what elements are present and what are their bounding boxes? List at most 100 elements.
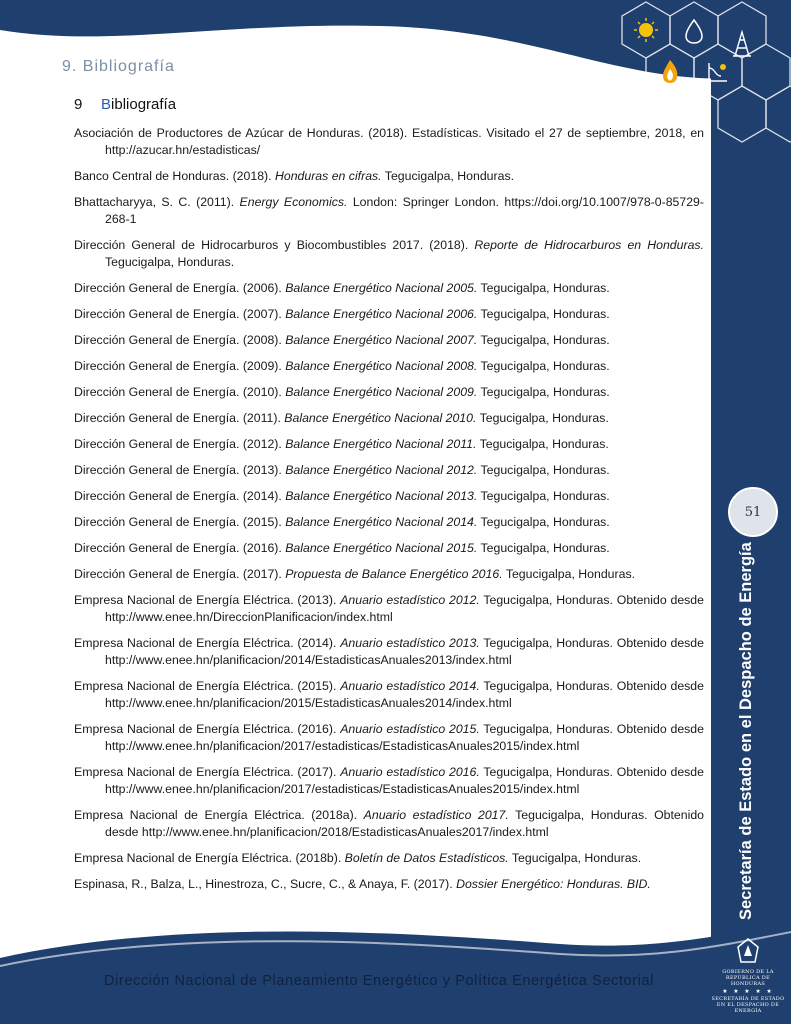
- entry-after: Tegucigalpa, Honduras.: [381, 169, 515, 183]
- entry-before: Banco Central de Honduras. (2018).: [74, 169, 275, 183]
- entry-before: Empresa Nacional de Energía Eléctrica. (…: [74, 765, 341, 779]
- bibliography-entry: Bhattacharyya, S. C. (2011). Energy Econ…: [74, 194, 704, 228]
- entry-before: Empresa Nacional de Energía Eléctrica. (…: [74, 851, 345, 865]
- entry-italic: Boletín de Datos Estadísticos.: [344, 851, 509, 865]
- entry-italic: Balance Energético Nacional 2006.: [285, 307, 478, 321]
- entry-after: Tegucigalpa, Honduras.: [502, 567, 636, 581]
- entry-before: Empresa Nacional de Energía Eléctrica. (…: [74, 679, 341, 693]
- bibliography-entry: Empresa Nacional de Energía Eléctrica. (…: [74, 635, 704, 669]
- entry-after: Tegucigalpa, Honduras.: [476, 437, 609, 451]
- bibliography-entry: Dirección General de Energía. (2009). Ba…: [74, 358, 704, 375]
- entry-after: Tegucigalpa, Honduras.: [477, 515, 610, 529]
- entry-after: Tegucigalpa, Honduras.: [477, 463, 610, 477]
- entry-italic: Balance Energético Nacional 2015.: [285, 541, 478, 555]
- entry-italic: Balance Energético Nacional 2007.: [285, 333, 478, 347]
- entry-before: Asociación de Productores de Azúcar de H…: [74, 126, 704, 157]
- entry-before: Empresa Nacional de Energía Eléctrica. (…: [74, 722, 341, 736]
- entry-italic: Anuario estadístico 2017.: [363, 808, 509, 822]
- entry-before: Dirección General de Energía. (2017).: [74, 567, 286, 581]
- entry-before: Empresa Nacional de Energía Eléctrica. (…: [74, 636, 341, 650]
- entry-before: Dirección General de Energía. (2014).: [74, 489, 286, 503]
- bibliography-entry: Dirección General de Energía. (2017). Pr…: [74, 566, 704, 583]
- entry-italic: Anuario estadístico 2012.: [340, 593, 480, 607]
- bibliography-entry: Dirección General de Energía. (2010). Ba…: [74, 384, 704, 401]
- entry-before: Dirección General de Energía. (2016).: [74, 541, 286, 555]
- entry-before: Dirección General de Energía. (2008).: [74, 333, 286, 347]
- entry-italic: Anuario estadístico 2015.: [340, 722, 480, 736]
- bibliography-entry: Dirección General de Energía. (2012). Ba…: [74, 436, 704, 453]
- entry-italic: Energy Economics.: [239, 195, 348, 209]
- entry-italic: Anuario estadístico 2013.: [340, 636, 480, 650]
- entry-before: Espinasa, R., Balza, L., Hinestroza, C.,…: [74, 877, 457, 891]
- page-number-badge: 51: [723, 482, 783, 542]
- bibliography-entry: Banco Central de Honduras. (2018). Hondu…: [74, 168, 704, 185]
- entry-before: Dirección General de Energía. (2013).: [74, 463, 286, 477]
- bibliography-entry: Espinasa, R., Balza, L., Hinestroza, C.,…: [74, 876, 704, 893]
- bibliography-entry: Empresa Nacional de Energía Eléctrica. (…: [74, 592, 704, 626]
- entry-italic: Anuario estadístico 2014.: [340, 679, 480, 693]
- entry-before: Empresa Nacional de Energía Eléctrica. (…: [74, 593, 341, 607]
- entry-after: Tegucigalpa, Honduras.: [477, 359, 610, 373]
- entry-italic: Propuesta de Balance Energético 2016.: [285, 567, 503, 581]
- bibliography-entry: Asociación de Productores de Azúcar de H…: [74, 125, 704, 159]
- entry-after: Tegucigalpa, Honduras.: [477, 541, 610, 555]
- entry-italic: Dossier Energético: Honduras. BID.: [456, 877, 651, 891]
- entry-after: Tegucigalpa, Honduras.: [476, 411, 609, 425]
- entry-before: Dirección General de Energía. (2006).: [74, 281, 286, 295]
- bibliography-entry: Empresa Nacional de Energía Eléctrica. (…: [74, 764, 704, 798]
- bibliography-list: Asociación de Productores de Azúcar de H…: [74, 125, 704, 902]
- heading-first-letter: B: [101, 96, 112, 113]
- bibliography-heading: 9 Bibliografía: [74, 96, 176, 113]
- entry-italic: Balance Energético Nacional 2009.: [285, 385, 478, 399]
- government-logo: GOBIERNO DE LA REPÚBLICA DE HONDURAS ★ ★…: [708, 938, 788, 1014]
- bibliography-entry: Dirección General de Energía. (2006). Ba…: [74, 280, 704, 297]
- entry-after: Tegucigalpa, Honduras.: [477, 385, 610, 399]
- bibliography-entry: Empresa Nacional de Energía Eléctrica. (…: [74, 678, 704, 712]
- entry-before: Dirección General de Energía. (2010).: [74, 385, 286, 399]
- bibliography-entry: Dirección General de Energía. (2016). Ba…: [74, 540, 704, 557]
- entry-italic: Balance Energético Nacional 2008.: [285, 359, 478, 373]
- entry-before: Dirección General de Energía. (2011).: [74, 411, 285, 425]
- entry-before: Dirección General de Energía. (2009).: [74, 359, 286, 373]
- entry-after: Tegucigalpa, Honduras.: [477, 307, 610, 321]
- bibliography-entry: Empresa Nacional de Energía Eléctrica. (…: [74, 850, 704, 867]
- entry-before: Empresa Nacional de Energía Eléctrica. (…: [74, 808, 364, 822]
- bibliography-entry: Dirección General de Energía. (2013). Ba…: [74, 462, 704, 479]
- bibliography-entry: Dirección General de Energía. (2015). Ba…: [74, 514, 704, 531]
- entry-italic: Reporte de Hidrocarburos en Honduras.: [474, 238, 704, 252]
- bibliography-entry: Dirección General de Energía. (2014). Ba…: [74, 488, 704, 505]
- entry-before: Dirección General de Hidrocarburos y Bio…: [74, 238, 475, 252]
- entry-after: Tegucigalpa, Honduras.: [508, 851, 642, 865]
- entry-before: Bhattacharyya, S. C. (2011).: [74, 195, 240, 209]
- bibliography-entry: Dirección General de Energía. (2007). Ba…: [74, 306, 704, 323]
- entry-italic: Balance Energético Nacional 2012.: [285, 463, 478, 477]
- bibliography-entry: Empresa Nacional de Energía Eléctrica. (…: [74, 721, 704, 755]
- bibliography-entry: Dirección General de Energía. (2011). Ba…: [74, 410, 704, 427]
- logo-line-2: REPÚBLICA DE HONDURAS: [725, 975, 771, 987]
- logo-stars: ★ ★ ★ ★ ★: [722, 989, 774, 995]
- bibliography-entry: Empresa Nacional de Energía Eléctrica. (…: [74, 807, 704, 841]
- footer-text: Dirección Nacional de Planeamiento Energ…: [104, 973, 654, 989]
- entry-italic: Balance Energético Nacional 2005.: [285, 281, 478, 295]
- entry-before: Dirección General de Energía. (2007).: [74, 307, 286, 321]
- heading-number: 9: [74, 96, 83, 113]
- entry-italic: Balance Energético Nacional 2014.: [285, 515, 478, 529]
- entry-italic: Balance Energético Nacional 2013.: [285, 489, 478, 503]
- bibliography-entry: Dirección General de Hidrocarburos y Bio…: [74, 237, 704, 271]
- entry-after: Tegucigalpa, Honduras.: [105, 255, 235, 269]
- entry-italic: Honduras en cifras.: [274, 169, 382, 183]
- entry-after: Tegucigalpa, Honduras.: [477, 489, 610, 503]
- entry-italic: Anuario estadístico 2016.: [340, 765, 480, 779]
- section-header: 9. Bibliografía: [62, 58, 175, 75]
- logo-line-4: EN EL DESPACHO DE ENERGÍA: [716, 1002, 780, 1014]
- sidebar-vertical-title: Secretaría de Estado en el Despacho de E…: [737, 542, 755, 920]
- entry-italic: Balance Energético Nacional 2010.: [284, 411, 477, 425]
- entry-italic: Balance Energético Nacional 2011.: [285, 437, 477, 451]
- entry-after: Tegucigalpa, Honduras.: [477, 333, 610, 347]
- page-number: 51: [728, 487, 778, 537]
- entry-after: Tegucigalpa, Honduras.: [477, 281, 610, 295]
- entry-before: Dirección General de Energía. (2015).: [74, 515, 286, 529]
- heading-rest: ibliografía: [111, 96, 177, 113]
- entry-before: Dirección General de Energía. (2012).: [74, 437, 286, 451]
- coat-of-arms-icon: [737, 938, 759, 963]
